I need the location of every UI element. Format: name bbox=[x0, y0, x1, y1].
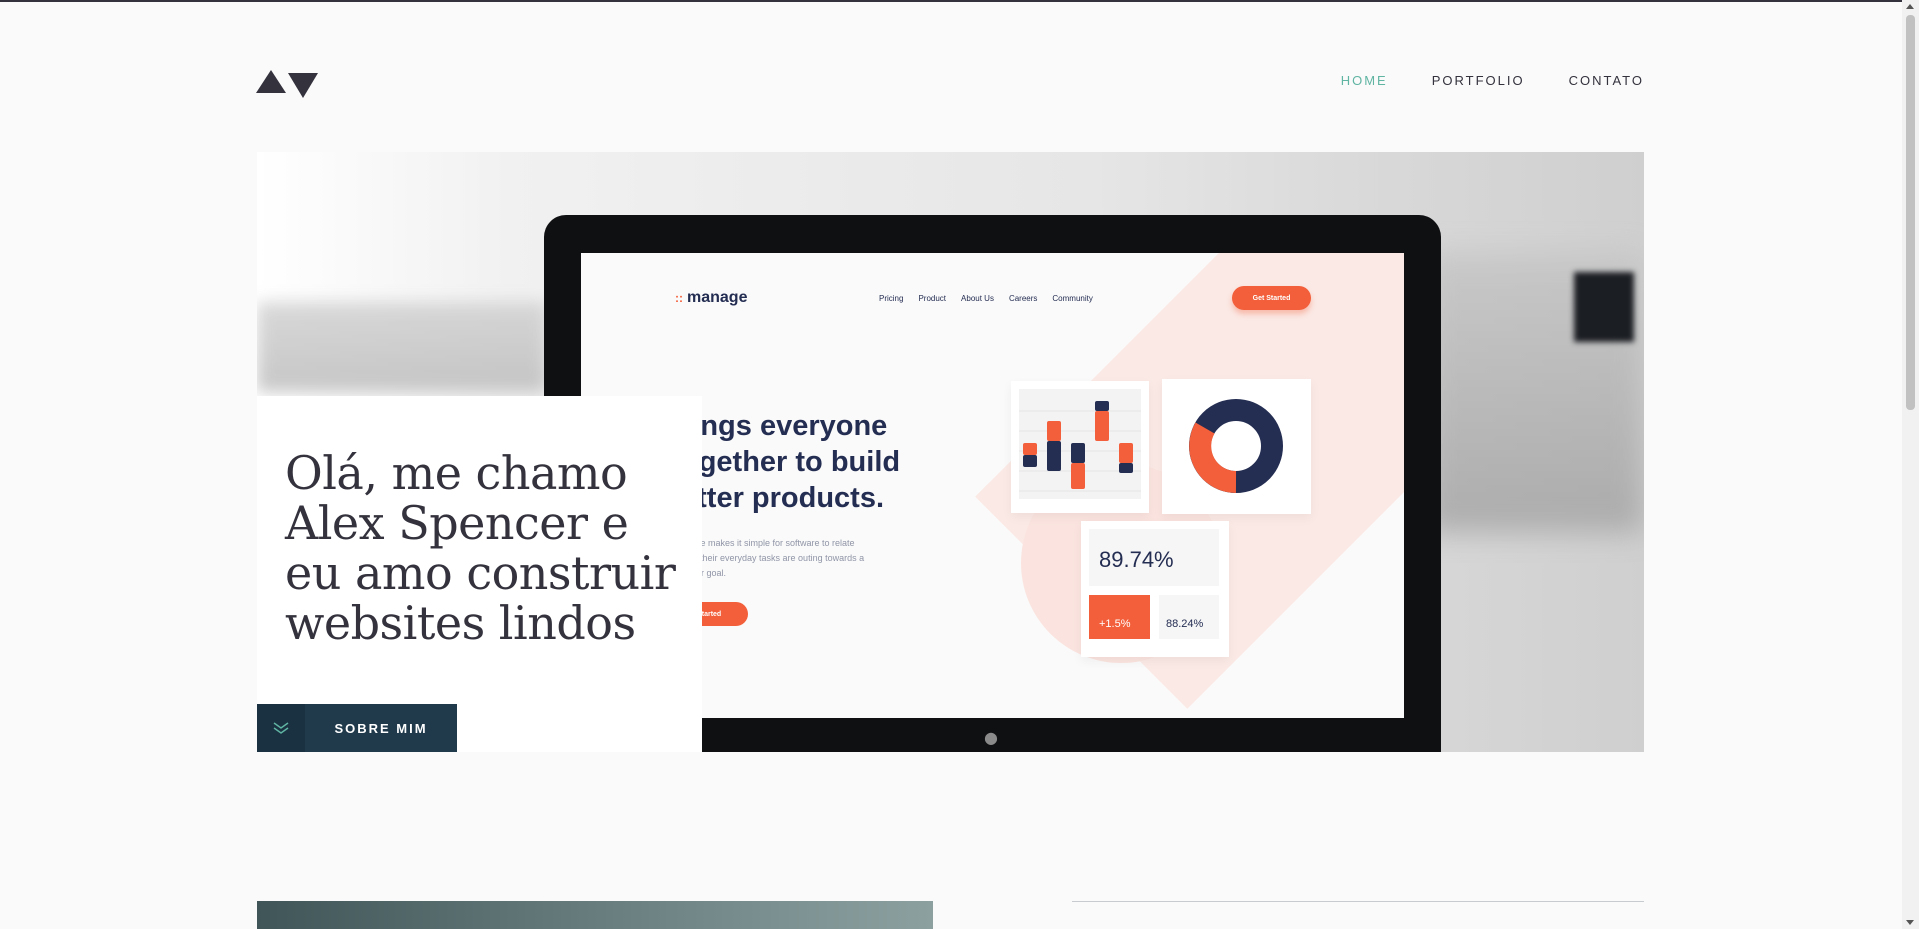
chevrons-down-icon bbox=[257, 704, 305, 752]
screen-stat-card: 89.74% +1.5% 88.24% bbox=[1081, 521, 1229, 657]
screen-nav-item: About Us bbox=[961, 294, 994, 303]
donut-chart-graphic bbox=[1189, 399, 1283, 493]
brand-dots-icon: :: bbox=[675, 291, 683, 305]
screen-brand: :: manage bbox=[675, 289, 747, 307]
about-me-button[interactable]: SOBRE MIM bbox=[257, 704, 457, 752]
screen-get-started-button: Get Started bbox=[1232, 286, 1311, 310]
main-nav: HOME PORTFOLIO CONTATO bbox=[1341, 73, 1644, 88]
hero-heading: Olá, me chamo Alex Spencer e eu amo cons… bbox=[285, 446, 676, 650]
scroll-down-icon[interactable] bbox=[1906, 920, 1914, 925]
background-blur bbox=[257, 302, 547, 392]
scroll-thumb[interactable] bbox=[1906, 15, 1915, 410]
screen-nav-item: Careers bbox=[1008, 294, 1038, 303]
stat-main-value: 89.74% bbox=[1089, 529, 1219, 586]
intro-card: Olá, me chamo Alex Spencer e eu amo cons… bbox=[257, 396, 702, 752]
screen-nav-item: Product bbox=[918, 294, 947, 303]
stat-secondary: 88.24% bbox=[1159, 595, 1219, 639]
background-blur bbox=[1574, 272, 1634, 342]
screen-nav-item: Pricing bbox=[879, 294, 904, 303]
about-me-label: SOBRE MIM bbox=[334, 720, 428, 736]
nav-contato[interactable]: CONTATO bbox=[1569, 73, 1644, 88]
section-divider bbox=[1072, 901, 1644, 902]
logo-icon[interactable] bbox=[256, 68, 318, 98]
about-section-image bbox=[257, 901, 933, 929]
page-scrollbar[interactable] bbox=[1902, 0, 1919, 929]
screen-brand-text: manage bbox=[687, 289, 748, 306]
monitor-screen: :: manage Pricing Product About Us Career… bbox=[581, 253, 1404, 718]
bar-chart-graphic bbox=[1019, 389, 1141, 499]
screen-donut-chart bbox=[1162, 379, 1311, 514]
top-border bbox=[0, 0, 1919, 2]
apple-logo-icon: ● bbox=[984, 728, 998, 747]
screen-nav-item: Community bbox=[1052, 294, 1093, 303]
screen-nav: Pricing Product About Us Careers Communi… bbox=[879, 294, 1093, 303]
nav-home[interactable]: HOME bbox=[1341, 73, 1388, 88]
screen-bar-chart bbox=[1011, 381, 1149, 513]
screen-subtext: ftware makes it simple for software to r… bbox=[681, 538, 865, 578]
screen-headline: rings everyone ogether to build etter pr… bbox=[681, 410, 901, 514]
nav-portfolio[interactable]: PORTFOLIO bbox=[1432, 73, 1525, 88]
scroll-up-icon[interactable] bbox=[1906, 4, 1914, 9]
stat-change: +1.5% bbox=[1089, 595, 1150, 639]
